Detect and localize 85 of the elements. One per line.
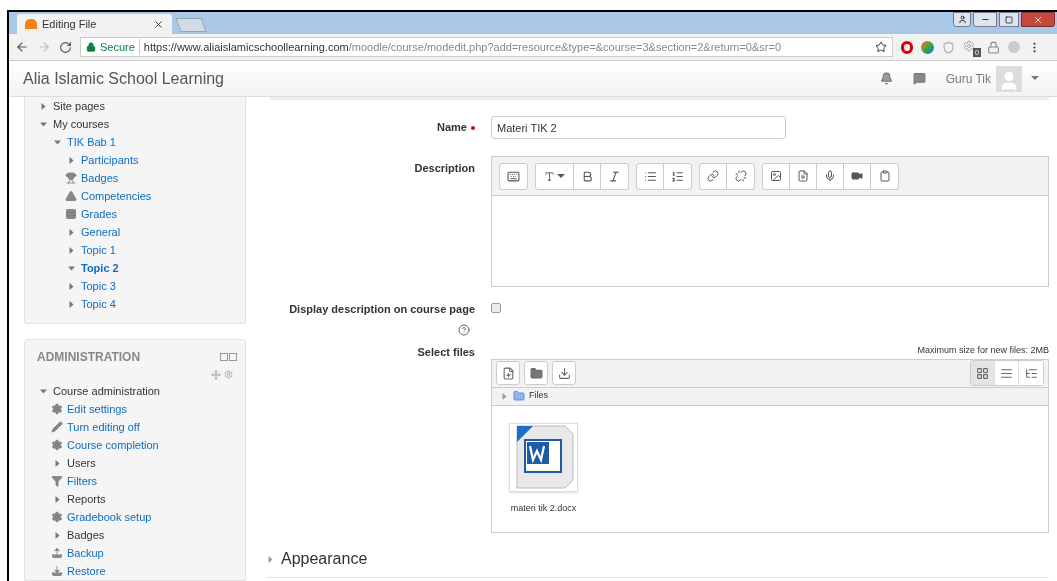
nav-link[interactable]: Course administration xyxy=(53,382,160,400)
secure-label: Secure xyxy=(100,38,140,56)
nav-link[interactable]: Reports xyxy=(67,490,106,508)
nav-link[interactable]: Topic 2 xyxy=(81,259,119,277)
notification-bell-icon[interactable] xyxy=(879,72,893,85)
nav-link[interactable]: Site pages xyxy=(53,97,105,115)
nav-link[interactable]: Participants xyxy=(81,151,139,169)
minimize-button[interactable] xyxy=(973,12,997,27)
nav-link[interactable]: Badges xyxy=(67,526,105,544)
dock-controls-icon[interactable] xyxy=(220,353,237,361)
gear-icon xyxy=(51,439,63,451)
browser-tab[interactable]: Editing File xyxy=(17,14,172,34)
maximize-button[interactable] xyxy=(999,12,1019,27)
table-icon xyxy=(65,208,77,220)
folder-path[interactable]: Files xyxy=(529,389,548,403)
user-name[interactable]: Guru Tik xyxy=(945,69,991,88)
move-icon[interactable] xyxy=(211,370,221,380)
max-size-note: Maximum size for new files: 2MB xyxy=(917,343,1049,357)
tab-title: Editing File xyxy=(42,16,98,32)
nav-link[interactable]: Topic 3 xyxy=(81,277,116,295)
caret-icon[interactable] xyxy=(1031,76,1039,81)
extension-icon[interactable] xyxy=(963,40,975,52)
keyboard-icon xyxy=(507,169,520,183)
panel-heading: ADMINISTRATION xyxy=(37,349,141,366)
keyboard-button[interactable] xyxy=(499,162,528,190)
field-label: Select files xyxy=(417,344,475,360)
back-icon[interactable] xyxy=(15,40,29,54)
file-plus-icon xyxy=(501,366,515,380)
file-name[interactable]: materi tik 2.docx xyxy=(510,501,577,515)
profile-button[interactable] xyxy=(953,12,971,27)
download-button[interactable] xyxy=(552,361,576,386)
globe-extension-icon[interactable] xyxy=(921,40,934,54)
nav-link[interactable]: Grades xyxy=(81,205,118,223)
nav-link[interactable]: Turn editing off xyxy=(67,418,140,436)
reload-icon[interactable] xyxy=(59,40,72,54)
trophy-icon xyxy=(65,172,77,184)
file-thumbnail[interactable] xyxy=(509,422,578,492)
field-label: Description xyxy=(414,161,475,176)
add-file-button[interactable] xyxy=(496,361,520,386)
nav-link[interactable]: Badges xyxy=(81,169,119,187)
create-folder-button[interactable] xyxy=(524,361,548,386)
nav-link[interactable]: General xyxy=(81,223,121,241)
nav-link[interactable]: Restore xyxy=(67,562,106,580)
moodle-logo-icon xyxy=(25,19,37,29)
site-title[interactable]: Alia Islamic School Learning xyxy=(23,66,224,91)
upload-icon xyxy=(51,547,63,559)
nav-link[interactable]: Topic 4 xyxy=(81,295,116,313)
nav-link[interactable]: Gradebook setup xyxy=(67,508,152,526)
message-icon[interactable] xyxy=(912,72,926,85)
gear-icon xyxy=(51,403,63,415)
url-text: https://www.aliaislamicschoollearning.com/moodle/course/modedit.php?add=resource&type=&course=3&section=2&return=0&sr=0 xyxy=(143,39,781,55)
nav-link[interactable]: Backup xyxy=(67,544,104,562)
collapsed-arrow-icon[interactable] xyxy=(500,391,509,401)
nav-link[interactable]: Course completion xyxy=(67,436,159,454)
nav-link[interactable]: My courses xyxy=(53,115,110,133)
close-icon[interactable] xyxy=(153,18,164,30)
folder-icon xyxy=(513,390,525,403)
section-heading[interactable]: Appearance xyxy=(281,547,368,571)
lock-icon xyxy=(86,42,96,52)
name-field[interactable]: Materi TIK 2 xyxy=(491,116,786,139)
nav-link[interactable]: Edit settings xyxy=(67,400,127,418)
pencil-icon xyxy=(51,421,63,433)
nav-link[interactable]: Filters xyxy=(67,472,97,490)
pyramid-icon xyxy=(65,190,77,202)
gear-icon xyxy=(51,511,63,523)
download-icon xyxy=(51,565,63,577)
close-icon xyxy=(1033,14,1043,25)
bookmark-star-icon[interactable] xyxy=(875,41,887,53)
collapsed-arrow-icon[interactable] xyxy=(266,554,275,564)
nav-link[interactable]: Users xyxy=(67,454,96,472)
help-icon[interactable] xyxy=(458,323,470,336)
field-label: Name xyxy=(437,120,467,136)
address-bar[interactable]: Secure https://www.aliaislamicschoollearning.com/moodle/course/modedit.php?add=resource&type=&course=3&section=2&return=0&sr=0 xyxy=(80,37,893,57)
maximize-icon xyxy=(1005,15,1013,24)
nav-link[interactable]: Competencies xyxy=(81,187,152,205)
nav-link[interactable]: TIK Bab 1 xyxy=(67,133,116,151)
person-icon xyxy=(957,15,967,24)
nav-link[interactable]: Topic 1 xyxy=(81,241,116,259)
funnel-icon xyxy=(51,475,63,487)
field-label: Display description on course page xyxy=(289,302,475,317)
folder-plus-icon xyxy=(529,366,543,380)
close-button[interactable] xyxy=(1021,12,1055,27)
grid-view-icon[interactable] xyxy=(971,361,995,386)
download-icon xyxy=(557,366,571,380)
checkbox[interactable] xyxy=(491,303,501,313)
